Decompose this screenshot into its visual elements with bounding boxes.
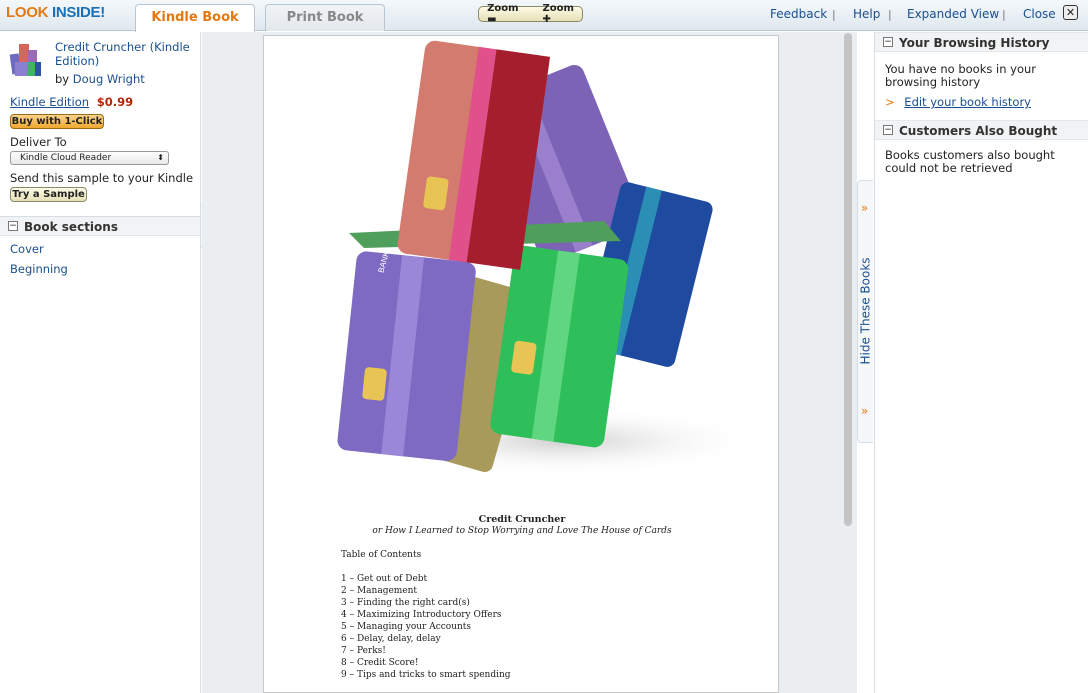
zoom-in-label: Zoom <box>542 3 574 14</box>
toc-item: 1 – Get out of Debt <box>341 574 428 584</box>
close-icon[interactable]: ✕ <box>1063 5 1078 20</box>
buy-with-1-click-button[interactable]: Buy with 1-Click <box>10 114 104 129</box>
byline: by Doug Wright <box>55 72 145 86</box>
zoom-out-label: Zoom <box>487 3 519 14</box>
left-panel: Credit Cruncher (Kindle Edition) by Doug… <box>0 32 201 693</box>
book-cover-thumbnail[interactable] <box>9 40 43 80</box>
deliver-to-select[interactable]: Kindle Cloud Reader ⬍ <box>10 151 169 165</box>
zoom-in-button[interactable]: Zoom ✚ <box>531 3 586 25</box>
book-title-link[interactable]: Credit Cruncher (Kindle Edition) <box>55 40 195 68</box>
book-sections-header[interactable]: − Book sections <box>0 216 200 236</box>
hide-these-books-label[interactable]: Hide These Books <box>859 249 873 374</box>
toc-item: 8 – Credit Score! <box>341 658 419 668</box>
browsing-history-header[interactable]: − Your Browsing History <box>875 32 1088 52</box>
link-divider: | <box>832 8 836 21</box>
hide-these-books-toggle[interactable]: » Hide These Books » <box>857 180 873 443</box>
browsing-history-text: You have no books in your browsing histo… <box>885 62 1037 89</box>
logo-inside-text: INSIDE! <box>52 4 105 21</box>
feedback-link[interactable]: Feedback <box>770 7 827 21</box>
collapse-minus-icon[interactable]: − <box>883 37 893 47</box>
edit-book-history-link[interactable]: Edit your book history <box>904 95 1031 109</box>
toc-item: 4 – Maximizing Introductory Offers <box>341 610 502 620</box>
tab-print-book[interactable]: Print Book <box>265 4 385 31</box>
link-divider: | <box>1002 8 1006 21</box>
kindle-edition-link[interactable]: Kindle Edition <box>10 95 89 109</box>
toc-heading: Table of Contents <box>341 550 422 560</box>
send-sample-label: Send this sample to your Kindle <box>10 171 194 185</box>
toc-item: 9 – Tips and tricks to smart spending <box>341 670 511 680</box>
document-subtitle: or How I Learned to Stop Worrying and Lo… <box>372 526 672 536</box>
help-link[interactable]: Help <box>853 7 880 21</box>
tab-kindle-book[interactable]: Kindle Book <box>135 4 255 32</box>
zoom-out-button[interactable]: Zoom ▬ <box>475 3 530 25</box>
price: $0.99 <box>96 95 134 109</box>
expanded-view-link[interactable]: Expanded View <box>907 7 999 21</box>
top-bar: LOOK INSIDE! Kindle Book Print Book Zoom… <box>0 0 1088 32</box>
section-link-beginning[interactable]: Beginning <box>10 262 68 276</box>
toc-item: 7 – Perks! <box>341 646 386 656</box>
by-label: by <box>55 72 70 86</box>
chevron-right-icon: > <box>885 95 895 109</box>
logo-look-text: LOOK <box>6 4 49 21</box>
deliver-to-value: Kindle Cloud Reader <box>20 153 112 163</box>
plus-icon: ✚ <box>542 14 551 25</box>
toc-item: 5 – Managing your Accounts <box>341 622 472 632</box>
close-link[interactable]: Close <box>1023 7 1056 21</box>
book-sections-title: Book sections <box>24 220 118 234</box>
zoom-control: Zoom ▬ Zoom ✚ <box>475 3 586 25</box>
minus-icon: ▬ <box>487 14 497 25</box>
browsing-history-title: Your Browsing History <box>899 36 1050 50</box>
edit-history-row: > Edit your book history <box>885 95 1031 109</box>
house-of-cards-illustration: BANK <box>337 40 764 476</box>
section-link-cover[interactable]: Cover <box>10 242 44 256</box>
customers-also-bought-title: Customers Also Bought <box>899 124 1058 138</box>
right-panel: − Your Browsing History You have no book… <box>874 32 1088 693</box>
customers-also-bought-header[interactable]: − Customers Also Bought <box>875 120 1088 140</box>
toc-item: 2 – Management <box>341 586 418 596</box>
document-title: Credit Cruncher <box>478 514 566 525</box>
select-arrows-icon: ⬍ <box>157 153 164 162</box>
chevron-right-icon: » <box>861 201 869 215</box>
deliver-to-label: Deliver To <box>10 135 67 149</box>
author-link[interactable]: Doug Wright <box>73 72 145 86</box>
link-divider: | <box>888 8 892 21</box>
look-inside-logo: LOOK INSIDE! <box>6 4 105 21</box>
scrollbar-thumb[interactable] <box>844 33 852 526</box>
try-a-sample-button[interactable]: Try a Sample <box>10 187 87 202</box>
toc-item: 3 – Finding the right card(s) <box>341 598 470 608</box>
edition-row: Kindle Edition $0.99 <box>10 95 133 109</box>
collapse-minus-icon[interactable]: − <box>883 125 893 135</box>
toc-item: 6 – Delay, delay, delay <box>341 634 441 644</box>
book-page: BANK Credit Cruncher or How I Learned to… <box>263 35 779 693</box>
collapse-minus-icon[interactable]: − <box>8 221 18 231</box>
chevron-right-icon: » <box>861 404 869 418</box>
customers-also-bought-text: Books customers also bought could not be… <box>885 148 1055 175</box>
